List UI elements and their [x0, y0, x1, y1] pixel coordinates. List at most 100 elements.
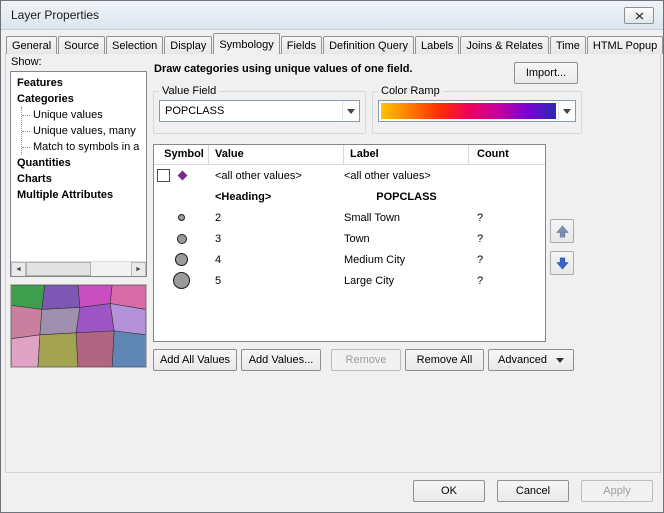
- move-down-button[interactable]: [550, 251, 574, 275]
- value-cell: 5: [209, 275, 344, 287]
- chevron-down-icon: [347, 109, 355, 114]
- tab-labels[interactable]: Labels: [415, 36, 459, 54]
- tab-selection[interactable]: Selection: [106, 36, 163, 54]
- value-cell: 4: [209, 254, 344, 266]
- table-row[interactable]: 3 Town ?: [154, 228, 545, 249]
- value-field-group: Value Field POPCLASS: [153, 85, 366, 134]
- value-field-combo[interactable]: POPCLASS: [159, 100, 360, 122]
- column-header-symbol[interactable]: Symbol: [154, 145, 209, 164]
- scrollbar-thumb[interactable]: [26, 262, 91, 276]
- value-cell: <Heading>: [209, 191, 344, 203]
- label-cell: <all other values>: [344, 170, 469, 182]
- diamond-symbol-icon: [178, 171, 188, 181]
- show-label: Show:: [11, 56, 42, 68]
- tree-item-unique-values-many[interactable]: Unique values, many: [22, 123, 146, 139]
- table-row[interactable]: <all other values> <all other values>: [154, 165, 545, 186]
- tab-symbology[interactable]: Symbology: [213, 33, 279, 54]
- remove-button[interactable]: Remove: [331, 349, 401, 371]
- values-table: Symbol Value Label Count <all other valu…: [153, 144, 546, 342]
- value-field-value: POPCLASS: [165, 105, 342, 117]
- chevron-down-icon: [563, 109, 571, 114]
- tab-html-popup[interactable]: HTML Popup: [587, 36, 663, 54]
- arrow-up-icon: [555, 224, 570, 239]
- tab-time[interactable]: Time: [550, 36, 586, 54]
- tab-display[interactable]: Display: [164, 36, 212, 54]
- tree-item-charts[interactable]: Charts: [11, 171, 146, 187]
- count-cell: ?: [469, 275, 545, 287]
- panel-heading: Draw categories using unique values of o…: [154, 63, 413, 75]
- remove-all-button[interactable]: Remove All: [405, 349, 484, 371]
- color-ramp-label: Color Ramp: [378, 85, 443, 97]
- symbology-panel: Show: Features Categories Unique values …: [5, 53, 661, 473]
- label-cell: Medium City: [344, 254, 469, 266]
- tab-strip: General Source Selection Display Symbolo…: [6, 33, 664, 54]
- import-button[interactable]: Import...: [514, 62, 578, 84]
- label-cell: Town: [344, 233, 469, 245]
- table-header: Symbol Value Label Count: [154, 145, 545, 165]
- all-other-values-checkbox[interactable]: [157, 169, 170, 182]
- table-row[interactable]: 5 Large City ?: [154, 270, 545, 291]
- map-preview: [10, 284, 147, 368]
- scrollbar-track[interactable]: [26, 262, 131, 276]
- tab-joins-relates[interactable]: Joins & Relates: [460, 36, 548, 54]
- circle-symbol-icon: [173, 272, 190, 289]
- chevron-down-icon: [556, 358, 564, 363]
- circle-symbol-icon: [177, 234, 187, 244]
- value-field-label: Value Field: [159, 85, 219, 97]
- scroll-right-icon[interactable]: ►: [131, 262, 146, 277]
- tab-definition-query[interactable]: Definition Query: [323, 36, 414, 54]
- label-cell: POPCLASS: [344, 191, 469, 203]
- column-header-value[interactable]: Value: [209, 145, 344, 164]
- count-cell: ?: [469, 212, 545, 224]
- column-header-count[interactable]: Count: [469, 145, 545, 164]
- categories-subtree: Unique values Unique values, many Match …: [21, 107, 146, 155]
- value-cell: 2: [209, 212, 344, 224]
- tab-fields[interactable]: Fields: [281, 36, 322, 54]
- arrow-down-icon: [555, 256, 570, 271]
- color-ramp-dropdown-button[interactable]: [558, 101, 575, 121]
- value-field-dropdown-button[interactable]: [342, 101, 359, 121]
- close-icon: [635, 12, 644, 20]
- label-cell: Large City: [344, 275, 469, 287]
- titlebar[interactable]: Layer Properties: [1, 1, 663, 30]
- advanced-button-label: Advanced: [498, 354, 547, 366]
- tree-item-multiple-attributes[interactable]: Multiple Attributes: [11, 187, 146, 203]
- value-cell: <all other values>: [209, 170, 344, 182]
- tab-general[interactable]: General: [6, 36, 57, 54]
- cancel-button[interactable]: Cancel: [497, 480, 569, 502]
- move-up-button[interactable]: [550, 219, 574, 243]
- tree-item-categories[interactable]: Categories: [11, 91, 146, 107]
- circle-symbol-icon: [178, 214, 185, 221]
- close-button[interactable]: [624, 7, 654, 24]
- column-header-label[interactable]: Label: [344, 145, 469, 164]
- count-cell: ?: [469, 233, 545, 245]
- advanced-button[interactable]: Advanced: [488, 349, 574, 371]
- tree-item-features[interactable]: Features: [11, 75, 146, 91]
- count-cell: ?: [469, 254, 545, 266]
- add-all-values-button[interactable]: Add All Values: [153, 349, 237, 371]
- tree-item-unique-values[interactable]: Unique values: [22, 107, 146, 123]
- color-ramp-group: Color Ramp: [372, 85, 582, 134]
- tree-branch-icon: [22, 115, 30, 116]
- tree-branch-icon: [22, 131, 30, 132]
- apply-button[interactable]: Apply: [581, 480, 653, 502]
- color-ramp-combo[interactable]: [378, 100, 576, 122]
- window-title: Layer Properties: [11, 8, 99, 22]
- table-row[interactable]: 4 Medium City ?: [154, 249, 545, 270]
- table-row[interactable]: 2 Small Town ?: [154, 207, 545, 228]
- value-cell: 3: [209, 233, 344, 245]
- tab-source[interactable]: Source: [58, 36, 105, 54]
- add-values-button[interactable]: Add Values...: [241, 349, 321, 371]
- label-cell: Small Town: [344, 212, 469, 224]
- color-ramp-preview: [381, 103, 556, 119]
- ok-button[interactable]: OK: [413, 480, 485, 502]
- show-tree: Features Categories Unique values Unique…: [10, 71, 147, 277]
- tree-item-match-symbols[interactable]: Match to symbols in a: [22, 139, 146, 155]
- tree-branch-icon: [22, 147, 30, 148]
- tree-item-quantities[interactable]: Quantities: [11, 155, 146, 171]
- scroll-left-icon[interactable]: ◄: [11, 262, 26, 277]
- tree-horizontal-scrollbar[interactable]: ◄ ►: [11, 261, 146, 276]
- table-row[interactable]: <Heading> POPCLASS: [154, 186, 545, 207]
- circle-symbol-icon: [175, 253, 188, 266]
- layer-properties-dialog: Layer Properties General Source Selectio…: [0, 0, 664, 513]
